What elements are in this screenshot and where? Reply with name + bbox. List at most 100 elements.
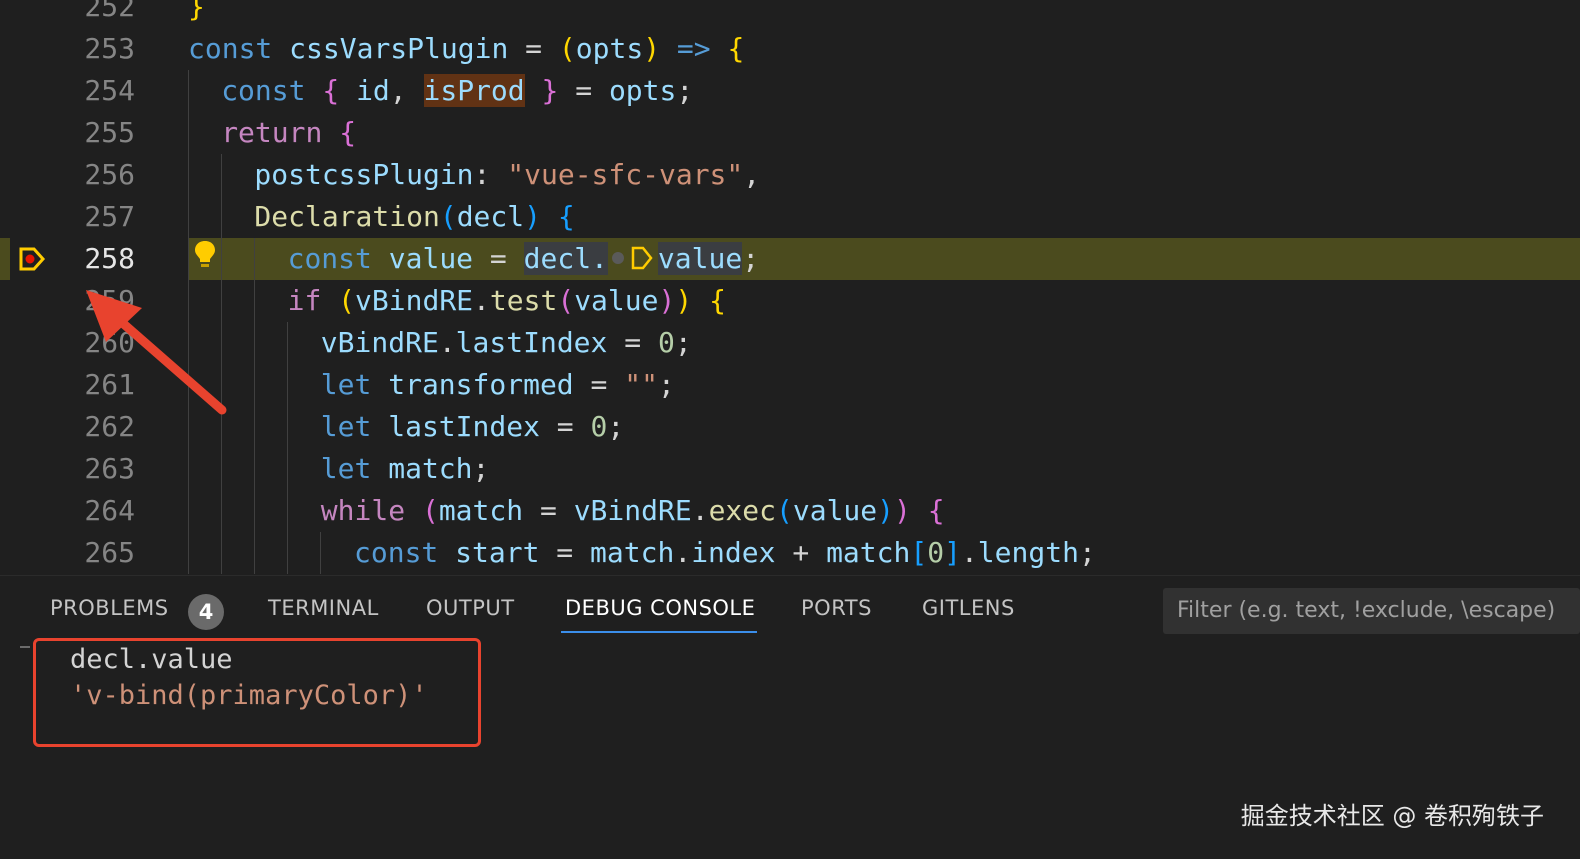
code-line[interactable]: 257 Declaration(decl) { xyxy=(0,196,1580,238)
code-token: test xyxy=(489,284,558,317)
code-token: Declaration xyxy=(254,200,440,233)
code-token: exec xyxy=(708,494,776,527)
code-token: value xyxy=(388,242,474,275)
indent-guide xyxy=(221,238,222,280)
code-token: match xyxy=(590,536,675,569)
code-token: value xyxy=(657,242,743,275)
annotation-arrow xyxy=(86,290,227,415)
tab-debug-console[interactable]: DEBUG CONSOLE xyxy=(565,596,755,620)
code-token: ; xyxy=(657,368,675,401)
code-token: cssVarsPlugin xyxy=(289,32,509,65)
tab-terminal[interactable]: TERMINAL xyxy=(268,596,379,620)
code-token: ) xyxy=(675,284,693,317)
code-token: return xyxy=(221,116,323,149)
code-token: vBindRE xyxy=(573,494,692,527)
code-token: start xyxy=(455,536,540,569)
tab-ports[interactable]: PORTS xyxy=(801,596,872,620)
line-number: 264 xyxy=(84,494,135,527)
code-token: ) xyxy=(658,284,676,317)
code-text: vBindRE.lastIndex = 0; xyxy=(321,322,692,364)
code-text: Declaration(decl) { xyxy=(254,196,574,238)
code-token: { xyxy=(727,32,745,65)
code-token: ; xyxy=(742,242,760,275)
code-text: let match; xyxy=(321,448,490,490)
code-line[interactable]: 253 const cssVarsPlugin = (opts) => { xyxy=(0,28,1580,70)
indent-guide xyxy=(254,322,255,364)
code-token: index xyxy=(691,536,776,569)
code-token: = xyxy=(573,368,625,401)
code-line[interactable]: 258 const value = decl. value; xyxy=(0,238,1580,280)
code-line[interactable]: 263 let match; xyxy=(0,448,1580,490)
code-text: let transformed = ""; xyxy=(321,364,675,406)
lightbulb-icon[interactable] xyxy=(192,238,218,272)
code-text: while (match = vBindRE.exec(value)) { xyxy=(321,490,945,532)
code-token: . xyxy=(473,284,490,317)
debug-stackframe-icon[interactable] xyxy=(18,246,46,272)
code-token: match xyxy=(388,452,473,485)
code-token: ) xyxy=(894,494,911,527)
code-token: 0 xyxy=(657,326,675,359)
code-token: lastIndex xyxy=(455,326,608,359)
code-token: { xyxy=(927,494,945,527)
code-token: . xyxy=(674,536,692,569)
inline-breakpoint-icon[interactable] xyxy=(630,245,654,271)
code-token: const xyxy=(354,536,439,569)
code-line[interactable]: 255 return { xyxy=(0,112,1580,154)
code-token: const xyxy=(188,32,273,65)
code-token: ; xyxy=(674,326,692,359)
indent-guide xyxy=(188,532,189,574)
code-token: const xyxy=(287,242,372,275)
indent-guide xyxy=(287,406,288,448)
code-token: match xyxy=(826,536,911,569)
highlight-box xyxy=(33,638,481,747)
code-token: vBindRE xyxy=(355,284,474,317)
code-token: value xyxy=(792,494,878,527)
code-line[interactable]: 264 while (match = vBindRE.exec(value)) { xyxy=(0,490,1580,532)
tab-problems[interactable]: PROBLEMS xyxy=(50,596,169,620)
indent-guide xyxy=(287,322,288,364)
code-token: . xyxy=(438,326,456,359)
code-token: ( xyxy=(421,494,439,527)
console-filter-input[interactable]: Filter (e.g. text, !exclude, \escape) xyxy=(1163,588,1580,634)
indent-guide xyxy=(221,532,222,574)
code-token: . xyxy=(960,536,978,569)
code-token: = xyxy=(473,242,524,275)
code-token: ) xyxy=(877,494,895,527)
code-text: const { id, isProd } = opts; xyxy=(221,70,693,112)
tab-gitlens[interactable]: GITLENS xyxy=(922,596,1015,620)
code-token: = xyxy=(539,536,591,569)
code-text: postcssPlugin: "vue-sfc-vars", xyxy=(254,154,760,196)
indent-guide xyxy=(287,490,288,532)
code-token: ( xyxy=(776,494,793,527)
indent-guide xyxy=(221,490,222,532)
code-line[interactable]: 256 postcssPlugin: "vue-sfc-vars", xyxy=(0,154,1580,196)
indent-guide xyxy=(188,154,189,196)
code-token: { xyxy=(339,116,357,149)
collapse-icon[interactable] xyxy=(20,646,30,648)
code-token: let xyxy=(320,410,372,443)
code-token: ; xyxy=(472,452,490,485)
tab-output[interactable]: OUTPUT xyxy=(426,596,515,620)
code-line[interactable]: 265 const start = match.index + match[0].… xyxy=(0,532,1580,574)
indent-guide xyxy=(287,364,288,406)
indent-guide xyxy=(188,490,189,532)
code-token: let xyxy=(320,452,372,485)
code-token: = xyxy=(539,410,591,443)
code-token: = xyxy=(508,32,559,65)
code-line[interactable]: 254 const { id, isProd } = opts; xyxy=(0,70,1580,112)
code-token: => xyxy=(676,32,711,65)
code-token: match xyxy=(438,494,524,527)
indent-guide xyxy=(254,280,255,322)
indent-guide xyxy=(254,238,255,280)
indent-guide xyxy=(221,448,222,490)
code-token: const xyxy=(221,74,306,107)
panel-tabs: PROBLEMS 4 TERMINAL OUTPUT DEBUG CONSOLE… xyxy=(10,576,1150,646)
code-line[interactable]: 252} xyxy=(0,0,1580,28)
line-number: 265 xyxy=(84,536,135,569)
code-token: [ xyxy=(910,536,928,569)
